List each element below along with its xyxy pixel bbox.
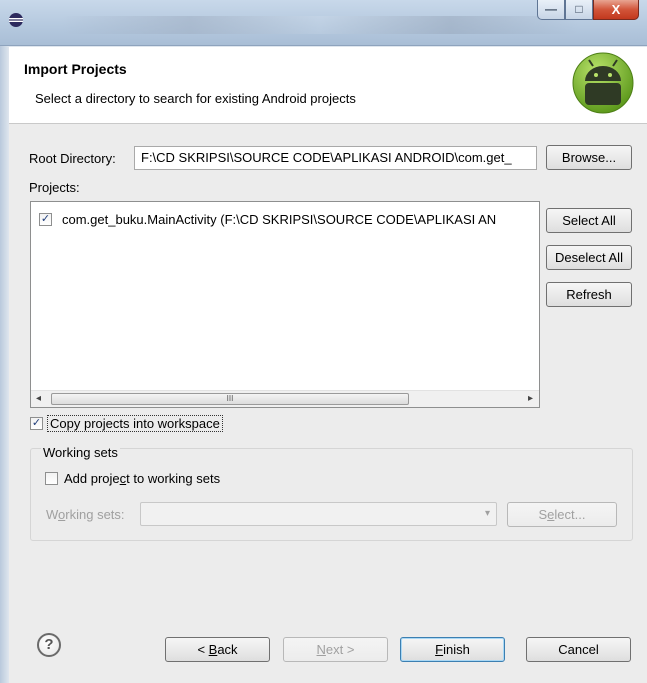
page-description: Select a directory to search for existin… [35,91,356,106]
copy-into-workspace-option[interactable]: ✓ Copy projects into workspace [30,415,223,432]
working-sets-field-label: Working sets: [46,507,125,522]
projects-label: Projects: [29,180,80,195]
projects-list[interactable]: ✓ com.get_buku.MainActivity (F:\CD SKRIP… [30,201,540,408]
title-bar-background [60,16,580,34]
list-item[interactable]: ✓ com.get_buku.MainActivity (F:\CD SKRIP… [39,212,496,227]
browse-button[interactable]: Browse... [546,145,632,170]
add-to-working-sets-option[interactable]: Add project to working sets [45,471,220,486]
minimize-icon: — [545,2,557,16]
scroll-left-icon[interactable]: ◂ [36,393,41,404]
project-checkbox[interactable]: ✓ [39,213,52,226]
copy-into-workspace-checkbox[interactable]: ✓ [30,417,43,430]
page-title: Import Projects [24,61,127,77]
cancel-button[interactable]: Cancel [526,637,631,662]
wizard-content: Root Directory: F:\CD SKRIPSI\SOURCE COD… [9,124,647,683]
maximize-icon: □ [575,2,583,16]
add-to-working-sets-checkbox[interactable] [45,472,58,485]
help-icon[interactable]: ? [37,633,61,657]
window-left-border [0,46,9,683]
android-logo-icon [572,52,634,114]
select-working-sets-button[interactable]: Select... [507,502,617,527]
working-sets-group-title: Working sets [41,445,120,460]
wizard-header: Import Projects Select a directory to se… [9,47,647,124]
add-to-working-sets-label: Add project to working sets [64,471,221,486]
chevron-down-icon[interactable]: ▾ [485,508,490,519]
next-button[interactable]: Next > [283,637,388,662]
refresh-button[interactable]: Refresh [546,282,632,307]
select-all-button[interactable]: Select All [546,208,632,233]
close-icon: X [611,2,621,17]
minimize-button[interactable]: — [537,0,565,20]
window-controls: — □ X [537,0,639,20]
close-button[interactable]: X [593,0,639,20]
deselect-all-button[interactable]: Deselect All [546,245,632,270]
scrollbar-thumb[interactable]: III [51,393,409,405]
project-label: com.get_buku.MainActivity (F:\CD SKRIPSI… [62,212,497,227]
maximize-button[interactable]: □ [565,0,593,20]
root-directory-input[interactable]: F:\CD SKRIPSI\SOURCE CODE\APLIKASI ANDRO… [134,146,537,170]
scroll-right-icon[interactable]: ▸ [528,393,533,404]
finish-button[interactable]: Finish [400,637,505,662]
horizontal-scrollbar[interactable]: ◂ III ▸ [31,390,539,407]
working-sets-group: Working sets Add project to working sets… [30,445,633,541]
back-button[interactable]: < Back [165,637,270,662]
root-directory-label: Root Directory: [29,151,116,166]
title-bar: — □ X [0,0,647,46]
eclipse-app-icon [9,13,23,27]
copy-into-workspace-label: Copy projects into workspace [47,415,223,432]
working-sets-combo[interactable]: ▾ [140,502,497,526]
